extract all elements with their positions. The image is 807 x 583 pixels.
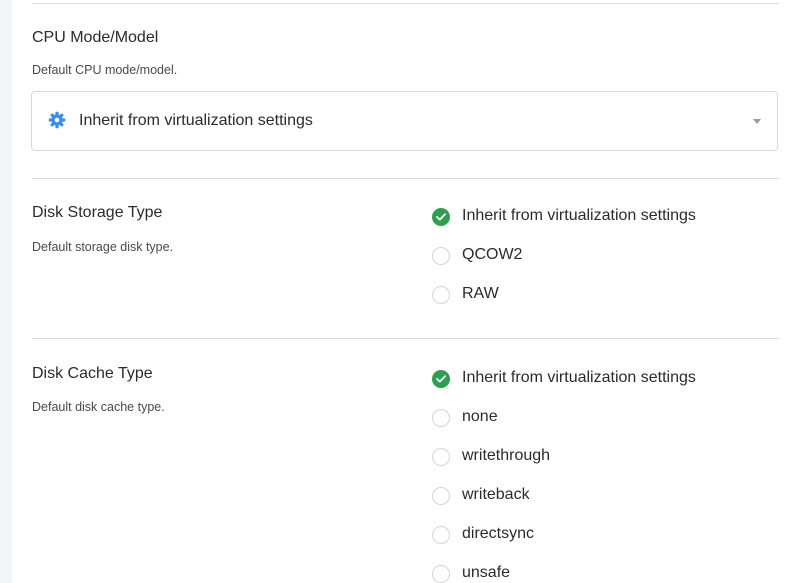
disk-storage-description: Default storage disk type. bbox=[32, 240, 174, 254]
radio-unchecked-icon[interactable] bbox=[432, 526, 450, 544]
radio-label: QCOW2 bbox=[462, 246, 523, 263]
cpu-mode-select[interactable]: Inherit from virtualization settings bbox=[31, 91, 778, 151]
radio-label: writeback bbox=[462, 486, 530, 503]
cpu-mode-title: CPU Mode/Model bbox=[32, 29, 159, 46]
radio-checked-icon[interactable] bbox=[432, 208, 450, 226]
radio-unchecked-icon[interactable] bbox=[432, 247, 450, 265]
radio-label: RAW bbox=[462, 285, 499, 302]
section-divider bbox=[32, 338, 779, 339]
chevron-down-icon[interactable] bbox=[753, 119, 761, 124]
radio-unchecked-icon[interactable] bbox=[432, 448, 450, 466]
radio-label: directsync bbox=[462, 525, 535, 542]
cpu-mode-selected-value: Inherit from virtualization settings bbox=[79, 112, 313, 129]
radio-label: none bbox=[462, 408, 498, 425]
disk-storage-title: Disk Storage Type bbox=[32, 204, 163, 221]
settings-panel: CPU Mode/Model Default CPU mode/model. I bbox=[12, 0, 807, 583]
radio-unchecked-icon[interactable] bbox=[432, 409, 450, 427]
radio-label: Inherit from virtualization settings bbox=[462, 207, 696, 224]
disk-cache-description: Default disk cache type. bbox=[32, 400, 165, 414]
gear-icon bbox=[48, 111, 66, 129]
radio-label: unsafe bbox=[462, 564, 511, 581]
radio-label: writethrough bbox=[462, 447, 551, 464]
radio-unchecked-icon[interactable] bbox=[432, 286, 450, 304]
radio-unchecked-icon[interactable] bbox=[432, 565, 450, 583]
section-divider bbox=[32, 178, 779, 179]
radio-label: Inherit from virtualization settings bbox=[462, 369, 696, 386]
radio-unchecked-icon[interactable] bbox=[432, 487, 450, 505]
radio-checked-icon[interactable] bbox=[432, 370, 450, 388]
disk-cache-title: Disk Cache Type bbox=[32, 365, 153, 382]
top-divider bbox=[32, 3, 779, 4]
cpu-mode-description: Default CPU mode/model. bbox=[32, 63, 178, 77]
